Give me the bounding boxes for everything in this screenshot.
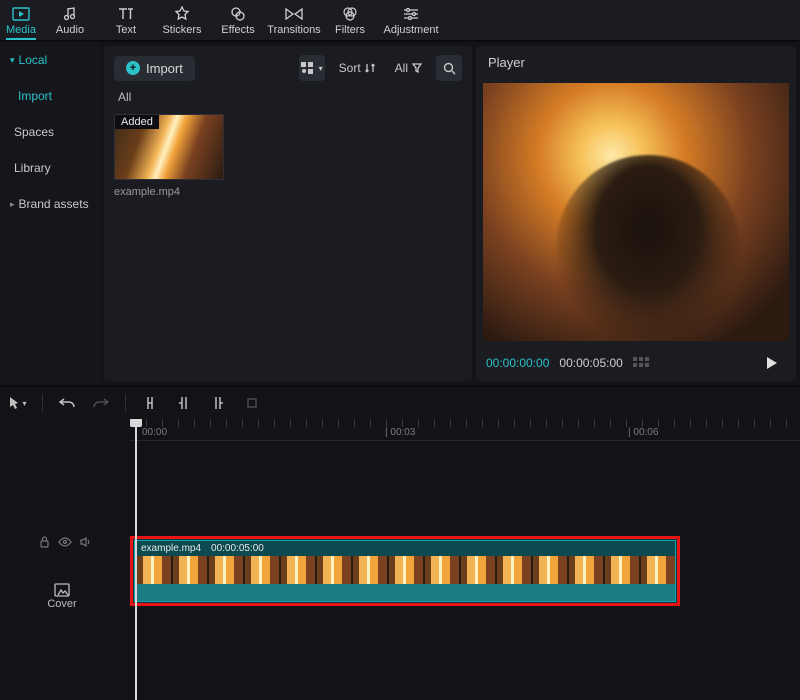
tab-adjustment[interactable]: Adjustment bbox=[378, 0, 444, 40]
tab-label: Adjustment bbox=[383, 24, 438, 36]
sort-button[interactable]: Sort bbox=[333, 57, 381, 79]
clip-duration: 00:00:05:00 bbox=[211, 543, 264, 554]
track-gutter: Cover bbox=[0, 419, 130, 700]
eye-icon[interactable] bbox=[58, 537, 72, 547]
player-panel: Player 00:00:00:00 00:00:05:00 bbox=[476, 46, 796, 381]
grid-icon bbox=[301, 62, 315, 74]
redo-button[interactable] bbox=[91, 393, 111, 413]
media-sidebar: ▾ Local Import Spaces Library ▸ Brand as… bbox=[0, 42, 100, 385]
adjustment-icon bbox=[402, 5, 420, 23]
track-canvas[interactable]: 00:00 | 00:03 | 00:06 example.mp4 00:00:… bbox=[130, 419, 800, 700]
player-title: Player bbox=[476, 46, 796, 78]
mute-icon[interactable] bbox=[80, 536, 92, 548]
chevron-down-icon: ▾ bbox=[22, 399, 26, 408]
chevron-down-icon: ▾ bbox=[10, 55, 15, 66]
player-controls: 00:00:00:00 00:00:05:00 bbox=[476, 345, 796, 381]
tab-text[interactable]: Text bbox=[98, 0, 154, 40]
media-clip[interactable]: Added example.mp4 bbox=[114, 114, 224, 198]
tab-media[interactable]: Media bbox=[0, 0, 42, 40]
timeline-body: Cover 00:00 | 00:03 | 00:06 example.mp4 … bbox=[0, 419, 800, 700]
player-time-current: 00:00:00:00 bbox=[486, 356, 549, 370]
ruler-tick-label: 00:00 bbox=[142, 427, 167, 438]
timeline-clip[interactable]: example.mp4 00:00:05:00 bbox=[135, 541, 675, 601]
trim-start-tool[interactable] bbox=[174, 393, 194, 413]
filters-icon bbox=[341, 5, 359, 23]
search-icon bbox=[443, 62, 456, 75]
sidebar-label: Brand assets bbox=[19, 197, 89, 211]
sidebar-item-library[interactable]: Library bbox=[0, 150, 100, 186]
cursor-tool[interactable]: ▾ bbox=[8, 393, 28, 413]
filter-all-label: All bbox=[395, 61, 408, 75]
timeline-clip-highlight: example.mp4 00:00:05:00 bbox=[130, 536, 680, 606]
tab-label: Text bbox=[116, 24, 136, 36]
crop-tool[interactable] bbox=[242, 393, 262, 413]
filter-icon bbox=[412, 63, 422, 73]
timeline-panel: ▾ bbox=[0, 385, 800, 700]
tab-filters[interactable]: Filters bbox=[322, 0, 378, 40]
media-panel-header: + Import ▾ Sort All bbox=[104, 46, 472, 90]
tab-label: Filters bbox=[335, 24, 365, 36]
player-video-frame bbox=[483, 83, 789, 341]
tab-label: Effects bbox=[221, 24, 254, 36]
clip-name: example.mp4 bbox=[141, 543, 201, 554]
media-filter-caption: All bbox=[104, 90, 472, 110]
tab-label: Media bbox=[6, 24, 36, 36]
chevron-right-icon: ▸ bbox=[10, 199, 15, 210]
tab-effects[interactable]: Effects bbox=[210, 0, 266, 40]
ruler-tick-label: | 00:06 bbox=[628, 427, 658, 438]
chevron-down-icon: ▾ bbox=[319, 64, 323, 73]
cover-track-label[interactable]: Cover bbox=[0, 554, 130, 610]
media-icon bbox=[12, 5, 30, 23]
tab-label: Stickers bbox=[162, 24, 201, 36]
grip-icon[interactable] bbox=[633, 357, 649, 369]
trim-end-tool[interactable] bbox=[208, 393, 228, 413]
clip-thumbnail: Added bbox=[114, 114, 224, 180]
timeline-ruler[interactable]: 00:00 | 00:03 | 00:06 bbox=[130, 419, 800, 441]
media-grid: Added example.mp4 bbox=[104, 110, 472, 202]
sidebar-section-local[interactable]: ▾ Local bbox=[0, 42, 100, 78]
lock-icon[interactable] bbox=[39, 536, 50, 548]
audio-icon bbox=[61, 5, 79, 23]
sort-icon bbox=[365, 63, 375, 73]
text-icon bbox=[117, 5, 135, 23]
sort-label: Sort bbox=[339, 61, 361, 75]
sidebar-section-brand-assets[interactable]: ▸ Brand assets bbox=[0, 186, 100, 222]
sidebar-label: Library bbox=[14, 161, 51, 175]
top-toolbar: Media Audio Text Stickers Effects Transi… bbox=[0, 0, 800, 42]
added-badge: Added bbox=[115, 115, 159, 129]
sidebar-label: Import bbox=[18, 89, 52, 103]
transitions-icon bbox=[285, 5, 303, 23]
plus-icon: + bbox=[126, 61, 140, 75]
view-mode-button[interactable]: ▾ bbox=[299, 55, 325, 81]
tab-transitions[interactable]: Transitions bbox=[266, 0, 322, 40]
stickers-icon bbox=[173, 5, 191, 23]
playhead[interactable] bbox=[135, 419, 137, 700]
sidebar-item-spaces[interactable]: Spaces bbox=[0, 114, 100, 150]
search-button[interactable] bbox=[436, 55, 462, 81]
sidebar-item-import[interactable]: Import bbox=[0, 78, 100, 114]
undo-button[interactable] bbox=[57, 393, 77, 413]
clip-header: example.mp4 00:00:05:00 bbox=[135, 541, 675, 556]
import-button[interactable]: + Import bbox=[114, 56, 195, 81]
workspace-middle: ▾ Local Import Spaces Library ▸ Brand as… bbox=[0, 42, 800, 385]
filter-all-button[interactable]: All bbox=[389, 57, 428, 79]
split-tool[interactable] bbox=[140, 393, 160, 413]
media-panel: + Import ▾ Sort All bbox=[104, 46, 472, 381]
timeline-toolbar: ▾ bbox=[0, 387, 800, 419]
sidebar-label: Spaces bbox=[14, 125, 54, 139]
clip-filename: example.mp4 bbox=[114, 180, 224, 198]
play-button[interactable] bbox=[756, 352, 786, 374]
tab-audio[interactable]: Audio bbox=[42, 0, 98, 40]
cover-label-text: Cover bbox=[47, 598, 76, 610]
player-viewport[interactable] bbox=[482, 80, 790, 343]
track-controls bbox=[0, 530, 130, 554]
tab-label: Audio bbox=[56, 24, 84, 36]
import-button-label: Import bbox=[146, 61, 183, 76]
tab-stickers[interactable]: Stickers bbox=[154, 0, 210, 40]
ruler-tick-label: | 00:03 bbox=[385, 427, 415, 438]
sidebar-label: Local bbox=[19, 53, 48, 67]
tab-label: Transitions bbox=[267, 24, 320, 36]
player-time-total: 00:00:05:00 bbox=[559, 356, 622, 370]
effects-icon bbox=[229, 5, 247, 23]
